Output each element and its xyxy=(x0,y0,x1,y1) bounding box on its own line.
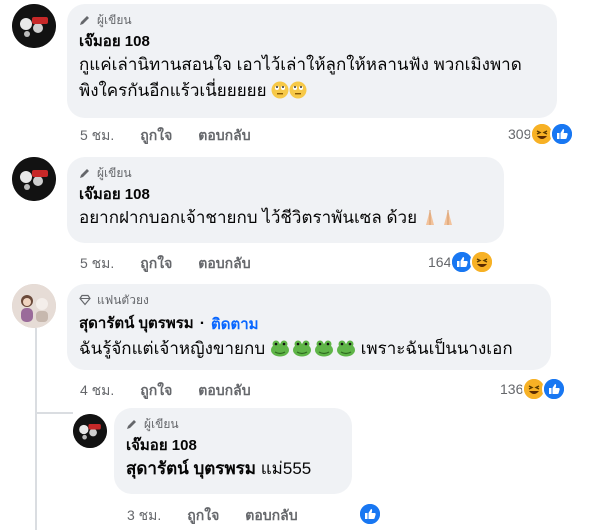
comment-bubble: ผู้เขียน เจ๊มอย 108 อยากฝากบอกเจ้าชายกบ … xyxy=(67,157,504,243)
comment-line: เพราะฉันเป็นนางเอก xyxy=(360,339,513,358)
avatar[interactable] xyxy=(12,4,56,48)
follow-button[interactable]: ติดตาม xyxy=(211,312,259,336)
author-name[interactable]: สุดารัตน์ บุตรพรม xyxy=(79,314,194,334)
comment-actions: 3 ชม. ถูกใจ ตอบกลับ xyxy=(127,505,298,527)
mention-link[interactable]: สุดารัตน์ บุตรพรม xyxy=(126,459,256,478)
timestamp[interactable]: 5 ชม. xyxy=(80,125,114,147)
comment-bubble: แฟนตัวยง สุดารัตน์ บุตรพรม · ติดตาม ฉันร… xyxy=(67,284,551,370)
avatar[interactable] xyxy=(12,157,56,201)
author-badge: ผู้เขียน xyxy=(79,165,492,181)
author-name[interactable]: เจ๊มอย 108 xyxy=(79,185,492,205)
like-reaction-icon xyxy=(550,122,575,146)
like-reaction-icon xyxy=(542,377,567,401)
diamond-icon xyxy=(79,294,91,306)
reaction-summary[interactable]: 164 xyxy=(428,250,495,274)
pray-emoji xyxy=(422,208,458,234)
reaction-summary[interactable] xyxy=(358,502,382,526)
reaction-count: 164 xyxy=(428,254,452,270)
reply-button[interactable]: ตอบกลับ xyxy=(198,125,250,147)
comment-actions: 5 ชม. ถูกใจ ตอบกลับ xyxy=(80,253,251,275)
comment-line: อยากฝากบอกเจ้าชายกบ ไว้ชีวิตราพันเซล ด้ว… xyxy=(79,208,418,227)
comment-text: อยากฝากบอกเจ้าชายกบ ไว้ชีวิตราพันเซล ด้ว… xyxy=(79,205,492,234)
like-button[interactable]: ถูกใจ xyxy=(140,125,172,147)
comment-line: กูแค่เล่านิทานสอนใจ เอาไว้เล่าให้ลูกให้ห… xyxy=(79,55,522,74)
like-button[interactable]: ถูกใจ xyxy=(140,253,172,275)
author-badge: ผู้เขียน xyxy=(79,12,545,28)
timestamp[interactable]: 3 ชม. xyxy=(127,505,161,527)
comment-text: กูแค่เล่านิทานสอนใจ เอาไว้เล่าให้ลูกให้ห… xyxy=(79,52,545,107)
timestamp[interactable]: 5 ชม. xyxy=(80,253,114,275)
author-badge: แฟนตัวยง xyxy=(79,292,539,308)
reaction-count: 309 xyxy=(508,126,532,142)
author-row: สุดารัตน์ บุตรพรม · ติดตาม xyxy=(79,312,539,336)
reply-button[interactable]: ตอบกลับ xyxy=(245,505,297,527)
badge-label: ผู้เขียน xyxy=(97,12,132,27)
pencil-icon xyxy=(80,16,89,25)
comment-actions: 4 ชม. ถูกใจ ตอบกลับ xyxy=(80,380,251,402)
author-name[interactable]: เจ๊มอย 108 xyxy=(126,436,340,456)
badge-label: แฟนตัวยง xyxy=(97,292,149,307)
author-badge: ผู้เขียน xyxy=(126,416,340,432)
reply-button[interactable]: ตอบกลับ xyxy=(198,253,250,275)
avatar[interactable] xyxy=(73,414,107,448)
badge-label: ผู้เขียน xyxy=(144,416,179,431)
reaction-count: 136 xyxy=(500,381,524,397)
eyeroll-emoji xyxy=(271,81,289,107)
thread-line xyxy=(35,328,37,530)
comment-line: ฉันรู้จักแต่เจ้าหญิงขายกบ xyxy=(79,339,266,358)
comment-actions: 5 ชม. ถูกใจ ตอบกลับ xyxy=(80,125,251,147)
timestamp[interactable]: 4 ชม. xyxy=(80,380,114,402)
thread-line-branch xyxy=(35,412,73,414)
reply-bubble: ผู้เขียน เจ๊มอย 108 สุดารัตน์ บุตรพรม แม… xyxy=(114,408,352,494)
like-button[interactable]: ถูกใจ xyxy=(140,380,172,402)
comment-text: ฉันรู้จักแต่เจ้าหญิงขายกบ เพราะฉันเป็นนา… xyxy=(79,336,539,365)
badge-label: ผู้เขียน xyxy=(97,165,132,180)
separator-dot: · xyxy=(199,315,206,332)
avatar-image xyxy=(12,284,56,328)
avatar-image xyxy=(73,414,107,448)
like-button[interactable]: ถูกใจ xyxy=(187,505,219,527)
pencil-icon xyxy=(80,169,89,178)
comment-bubble: ผู้เขียน เจ๊มอย 108 กูแค่เล่านิทานสอนใจ … xyxy=(67,4,557,118)
eyeroll-emoji xyxy=(289,81,307,107)
haha-reaction-icon xyxy=(470,250,495,274)
avatar-image xyxy=(12,157,56,201)
reaction-summary[interactable]: 309 xyxy=(508,122,575,146)
avatar[interactable] xyxy=(12,284,56,328)
comment-line: แม่555 xyxy=(255,459,312,478)
frog-emoji xyxy=(270,339,356,365)
avatar-image xyxy=(12,4,56,48)
author-name[interactable]: เจ๊มอย 108 xyxy=(79,32,545,52)
reaction-summary[interactable]: 136 xyxy=(500,377,567,401)
like-reaction-icon xyxy=(358,502,382,526)
comment-line: พิงใครกันอีกแร้วเนี่ยยยยย xyxy=(79,78,545,107)
reply-button[interactable]: ตอบกลับ xyxy=(198,380,250,402)
comment-text: สุดารัตน์ บุตรพรม แม่555 xyxy=(126,456,340,482)
pencil-icon xyxy=(127,420,136,429)
